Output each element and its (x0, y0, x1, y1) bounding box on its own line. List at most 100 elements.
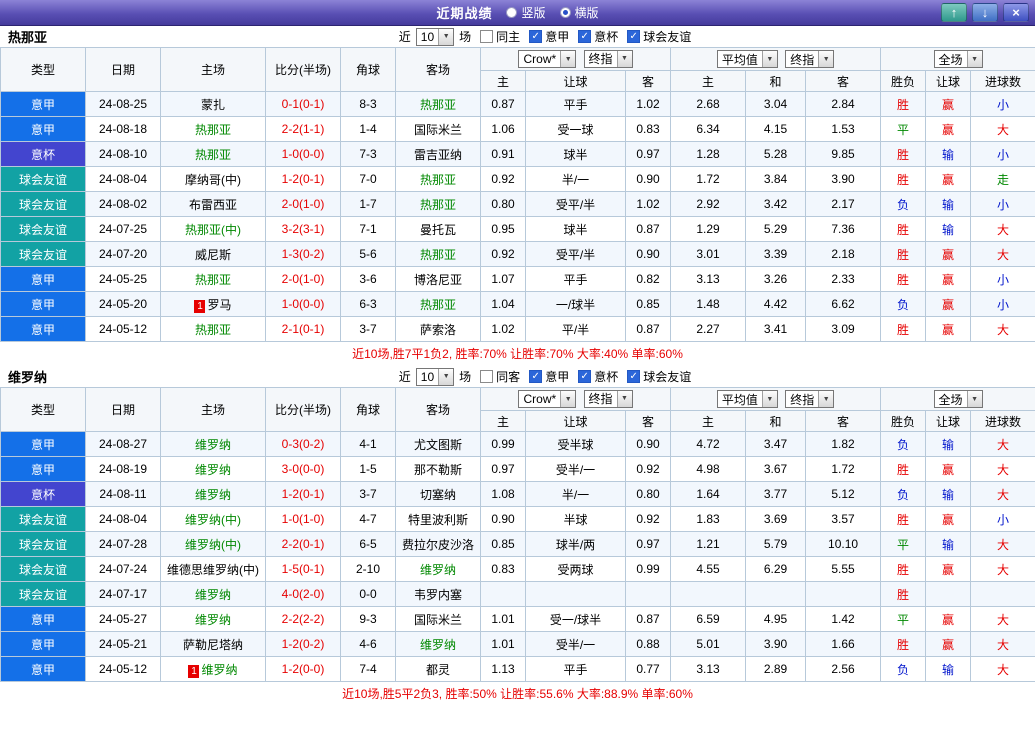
home-team[interactable]: 威尼斯 (161, 242, 266, 267)
away-team[interactable]: 热那亚 (396, 292, 481, 317)
home-team[interactable]: 维罗纳 (161, 482, 266, 507)
home-team[interactable]: 萨勒尼塔纳 (161, 632, 266, 657)
home-team[interactable]: 蒙扎 (161, 92, 266, 117)
euro-away-odds: 1.53 (806, 117, 881, 142)
home-team[interactable]: 维罗纳(中) (161, 532, 266, 557)
league-filter-checkbox-serie-a[interactable]: ✓ (529, 370, 542, 383)
result-goals: 小 (971, 92, 1035, 117)
close-button[interactable]: × (1003, 3, 1029, 22)
bookmaker-select-value: Crow* (523, 392, 556, 406)
away-team[interactable]: 维罗纳 (396, 557, 481, 582)
home-team[interactable]: 热那亚 (161, 267, 266, 292)
scroll-down-button[interactable]: ↓ (972, 3, 998, 22)
result-wdl: 胜 (881, 142, 926, 167)
asian-away-odds: 0.88 (626, 632, 671, 657)
home-team[interactable]: 1维罗纳 (161, 657, 266, 682)
league-filter-checkbox-friendly[interactable]: ✓ (627, 30, 640, 43)
recent-count-select[interactable]: 10 ▼ (416, 28, 454, 46)
asian-handicap: 受半/一 (526, 457, 626, 482)
euro-home-odds: 2.27 (671, 317, 746, 342)
away-team[interactable]: 特里波利斯 (396, 507, 481, 532)
away-team[interactable]: 切塞纳 (396, 482, 481, 507)
bookmaker-select[interactable]: Crow*▼ (518, 390, 576, 408)
asian-handicap: 受平/半 (526, 242, 626, 267)
asian-odds-selects: Crow*▼ 终指▼ (481, 48, 671, 71)
match-date: 24-07-25 (86, 217, 161, 242)
match-row: 球会友谊24-07-24维德思维罗纳(中)1-5(0-1)2-10维罗纳0.83… (1, 557, 1035, 582)
league-filter-checkbox-friendly[interactable]: ✓ (627, 370, 640, 383)
away-team[interactable]: 维罗纳 (396, 632, 481, 657)
match-score: 1-0(1-0) (266, 507, 341, 532)
league-filter-checkbox-cup[interactable]: ✓ (578, 30, 591, 43)
result-wdl: 负 (881, 657, 926, 682)
result-handicap: 输 (926, 432, 971, 457)
home-team[interactable]: 维罗纳 (161, 457, 266, 482)
away-team[interactable]: 那不勒斯 (396, 457, 481, 482)
match-row: 意甲24-08-18热那亚2-2(1-1)1-4国际米兰1.06受一球0.836… (1, 117, 1035, 142)
home-team[interactable]: 热那亚(中) (161, 217, 266, 242)
home-team[interactable]: 摩纳哥(中) (161, 167, 266, 192)
away-team[interactable]: 博洛尼亚 (396, 267, 481, 292)
away-team[interactable]: 热那亚 (396, 92, 481, 117)
asian-odds-type-select[interactable]: 终指▼ (584, 50, 633, 68)
recent-count-select[interactable]: 10 ▼ (416, 368, 454, 386)
euro-away-odds: 2.17 (806, 192, 881, 217)
away-team[interactable]: 国际米兰 (396, 117, 481, 142)
euro-average-select[interactable]: 平均值▼ (717, 50, 778, 68)
result-goals: 走 (971, 167, 1035, 192)
col-asian-away: 客 (626, 411, 671, 432)
same-side-checkbox[interactable] (480, 30, 493, 43)
match-score: 2-2(1-1) (266, 117, 341, 142)
away-team[interactable]: 国际米兰 (396, 607, 481, 632)
match-date: 24-07-24 (86, 557, 161, 582)
home-team[interactable]: 维罗纳(中) (161, 507, 266, 532)
away-team[interactable]: 热那亚 (396, 192, 481, 217)
euro-home-odds: 1.28 (671, 142, 746, 167)
home-team[interactable]: 维罗纳 (161, 607, 266, 632)
away-team[interactable]: 韦罗内塞 (396, 582, 481, 607)
competition-badge: 意甲 (1, 267, 86, 292)
away-team[interactable]: 费拉尔皮沙洛 (396, 532, 481, 557)
home-team[interactable]: 维罗纳 (161, 582, 266, 607)
match-date: 24-08-27 (86, 432, 161, 457)
euro-odds-type-select[interactable]: 终指▼ (785, 390, 834, 408)
layout-horizontal-option[interactable]: 横版 (560, 4, 599, 21)
asian-odds-type-select[interactable]: 终指▼ (584, 390, 633, 408)
away-team[interactable]: 曼托瓦 (396, 217, 481, 242)
col-type: 类型 (1, 48, 86, 92)
away-team[interactable]: 尤文图斯 (396, 432, 481, 457)
home-team[interactable]: 热那亚 (161, 142, 266, 167)
match-score: 1-2(0-2) (266, 632, 341, 657)
close-icon: × (1012, 5, 1020, 20)
match-row: 意甲24-05-121维罗纳1-2(0-0)7-4都灵1.13平手0.773.1… (1, 657, 1035, 682)
asian-handicap: 一/球半 (526, 292, 626, 317)
asian-odds-type-value: 终指 (589, 50, 613, 67)
home-team[interactable]: 维罗纳 (161, 432, 266, 457)
fulltime-select[interactable]: 全场▼ (934, 50, 983, 68)
away-team[interactable]: 雷吉亚纳 (396, 142, 481, 167)
layout-vertical-option[interactable]: 竖版 (506, 4, 545, 21)
scroll-up-button[interactable]: ↑ (941, 3, 967, 22)
bookmaker-select[interactable]: Crow*▼ (518, 50, 576, 68)
filter-controls: 近 10 ▼ 场 同客 ✓ 意甲 ✓ 意杯 ✓ 球会友谊 (55, 368, 1035, 386)
match-row: 意甲24-05-25热那亚2-0(1-0)3-6博洛尼亚1.07平手0.823.… (1, 267, 1035, 292)
league-filter-checkbox-cup[interactable]: ✓ (578, 370, 591, 383)
euro-odds-type-select[interactable]: 终指▼ (785, 50, 834, 68)
away-team[interactable]: 热那亚 (396, 242, 481, 267)
home-team[interactable]: 热那亚 (161, 317, 266, 342)
match-date: 24-08-04 (86, 167, 161, 192)
home-team[interactable]: 1罗马 (161, 292, 266, 317)
home-team[interactable]: 热那亚 (161, 117, 266, 142)
home-team[interactable]: 布雷西亚 (161, 192, 266, 217)
asian-away-odds: 0.82 (626, 267, 671, 292)
result-handicap: 赢 (926, 242, 971, 267)
euro-average-select[interactable]: 平均值▼ (717, 390, 778, 408)
away-team[interactable]: 萨索洛 (396, 317, 481, 342)
fulltime-select[interactable]: 全场▼ (934, 390, 983, 408)
league-filter-checkbox-serie-a[interactable]: ✓ (529, 30, 542, 43)
away-team[interactable]: 热那亚 (396, 167, 481, 192)
home-team[interactable]: 维德思维罗纳(中) (161, 557, 266, 582)
asian-home-odds: 1.01 (481, 607, 526, 632)
same-side-checkbox[interactable] (480, 370, 493, 383)
away-team[interactable]: 都灵 (396, 657, 481, 682)
